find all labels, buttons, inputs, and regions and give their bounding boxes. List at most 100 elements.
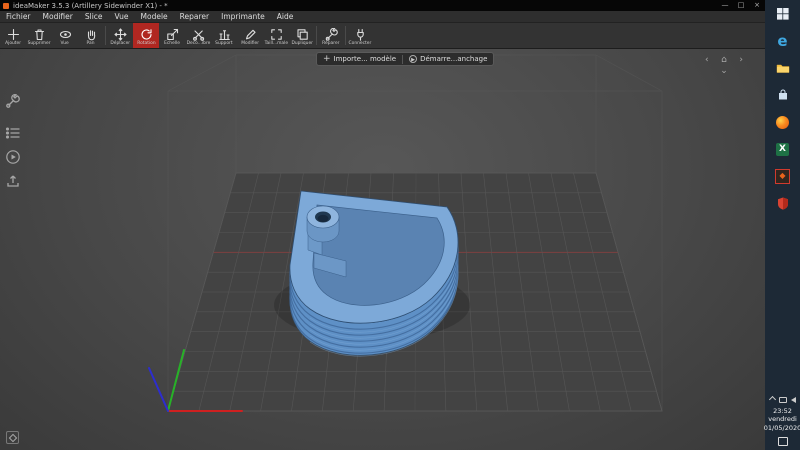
- toolbar: Ajouter Supprimer Vue Pan Déplacer Rotation Ec…: [0, 23, 765, 49]
- taskbar-clock[interactable]: 23:52 vendredi 01/05/2020: [764, 407, 800, 433]
- tool-plus-button[interactable]: Ajouter: [0, 23, 26, 48]
- menu-imprimante[interactable]: Imprimante: [215, 11, 271, 23]
- view-cube-icon[interactable]: [6, 431, 19, 444]
- taskbar-edge-icon[interactable]: e: [765, 28, 800, 54]
- window-title: ideaMaker 3.5.3 (Artillery Sidewinder X1…: [13, 1, 168, 10]
- duplicate-icon: [296, 26, 309, 40]
- plus-icon: +: [323, 53, 331, 64]
- import-model-label: Importe... modèle: [333, 55, 397, 63]
- model-list-icon[interactable]: [5, 125, 21, 141]
- start-slicing-button[interactable]: ▶ Démarre...anchage: [403, 53, 493, 65]
- taskbar-app-icons: e X ◆: [765, 0, 800, 216]
- viewport-action-bar: + Importe... modèle ▶ Démarre...anchage: [316, 52, 495, 66]
- tool-label: Pan: [87, 39, 95, 46]
- view-nav-cluster: ‹ ⌂ › ⌄: [705, 55, 743, 77]
- start-slicing-label: Démarre...anchage: [420, 55, 488, 63]
- minimize-button[interactable]: —: [717, 0, 733, 11]
- ideamaker-window: ideaMaker 3.5.3 (Artillery Sidewinder X1…: [0, 0, 765, 450]
- tool-label: Support: [215, 39, 233, 46]
- tool-label: Modifier: [241, 39, 259, 46]
- tool-repair-button[interactable]: Réparer: [318, 23, 344, 48]
- tool-label: Ajouter: [5, 39, 21, 46]
- close-button[interactable]: ×: [749, 0, 765, 11]
- tool-label: Deco...ibre: [186, 39, 210, 46]
- tool-trash-button[interactable]: Supprimer: [26, 23, 52, 48]
- model-screw-hole-floor: [317, 214, 329, 223]
- settings-wrench-icon[interactable]: [5, 93, 21, 109]
- tool-support-button[interactable]: Support: [211, 23, 237, 48]
- import-model-button[interactable]: + Importe... modèle: [317, 53, 402, 65]
- action-center-icon[interactable]: [777, 437, 788, 446]
- taskbar-firefox-icon[interactable]: [765, 109, 800, 135]
- edit-icon: [244, 26, 257, 39]
- tool-label: Rotation: [136, 39, 156, 46]
- tool-connect-button[interactable]: Connecter: [347, 23, 373, 48]
- tool-label: Dupliquer: [291, 39, 313, 46]
- play-icon: ▶: [409, 55, 418, 63]
- app-logo-icon: [3, 2, 9, 9]
- scale-icon: [166, 26, 179, 40]
- tool-move-button[interactable]: Déplacer: [107, 23, 133, 48]
- menu-reparer[interactable]: Reparer: [174, 11, 215, 23]
- menu-fichier[interactable]: Fichier: [0, 11, 37, 23]
- tool-label: Déplacer: [110, 39, 130, 46]
- taskbar-start-icon[interactable]: [765, 1, 800, 27]
- tool-rotate-button[interactable]: Rotation: [133, 23, 159, 48]
- rotate-right-arrow[interactable]: ›: [739, 55, 743, 66]
- taskbar-store-icon[interactable]: [765, 82, 800, 108]
- tool-duplicate-button[interactable]: Dupliquer: [289, 23, 315, 48]
- menu-vue[interactable]: Vue: [109, 11, 135, 23]
- tool-scale-button[interactable]: Echelle: [159, 23, 185, 48]
- tool-hand-button[interactable]: Pan: [78, 23, 104, 48]
- menu-modele[interactable]: Modele: [135, 11, 174, 23]
- hand-icon: [85, 26, 98, 40]
- eye-icon: [59, 26, 72, 39]
- tool-label: Vue: [60, 39, 70, 46]
- rotate-down-arrow[interactable]: ⌄: [720, 66, 728, 77]
- menubar: Fichier Modifier Slice Vue Modele Reparer Impr…: [0, 11, 765, 23]
- tool-label: Taill...male: [264, 39, 288, 46]
- taskbar-excel-icon[interactable]: X: [765, 136, 800, 162]
- viewport-3d[interactable]: + Importe... modèle ▶ Démarre...anchage: [0, 49, 765, 450]
- tool-label: Supprimer: [27, 39, 51, 46]
- upload-icon[interactable]: [5, 173, 21, 189]
- tool-label: Connecter: [348, 39, 372, 46]
- start-print-icon[interactable]: [5, 149, 21, 165]
- taskbar-defender-icon[interactable]: [765, 190, 800, 216]
- rotate-icon: [140, 26, 153, 40]
- clock-day: vendredi: [768, 415, 797, 423]
- plus-icon: [7, 26, 20, 40]
- move-icon: [113, 26, 127, 41]
- viewport-canvas[interactable]: [0, 49, 765, 450]
- tool-edit-button[interactable]: Modifier: [237, 23, 263, 48]
- windows-taskbar: e X ◆ 23:52 vendredi 01/05/2020: [764, 0, 800, 450]
- tray-expand-icon[interactable]: [768, 395, 776, 404]
- tool-cut-button[interactable]: Deco...ibre: [185, 23, 211, 48]
- titlebar: ideaMaker 3.5.3 (Artillery Sidewinder X1…: [0, 0, 765, 11]
- menu-modifier[interactable]: Modifier: [37, 11, 79, 23]
- connect-icon: [354, 26, 367, 41]
- support-icon: [218, 26, 231, 40]
- cut-icon: [192, 26, 205, 41]
- window-controls: — □ ×: [717, 0, 765, 11]
- tool-eye-button[interactable]: Vue: [52, 23, 78, 48]
- clock-date: 01/05/2020: [763, 423, 800, 432]
- maximize-button[interactable]: □: [733, 0, 749, 11]
- y-axis: [148, 367, 169, 412]
- trash-icon: [33, 26, 46, 40]
- volume-icon[interactable]: [790, 396, 796, 403]
- menu-aide[interactable]: Aide: [271, 11, 300, 23]
- tool-max-button[interactable]: Taill...male: [263, 23, 289, 48]
- home-view-button[interactable]: ⌂: [721, 55, 727, 66]
- toolbar-separator: [316, 26, 317, 45]
- network-icon[interactable]: [778, 396, 787, 403]
- max-icon: [270, 26, 283, 40]
- taskbar-ideamaker-icon[interactable]: ◆: [765, 163, 800, 189]
- rotate-left-arrow[interactable]: ‹: [705, 55, 709, 66]
- system-tray: [768, 395, 796, 404]
- taskbar-folder-icon[interactable]: [765, 55, 800, 81]
- tool-label: Echelle: [164, 39, 180, 46]
- clock-time: 23:52: [773, 406, 792, 415]
- tool-label: Réparer: [322, 39, 340, 46]
- menu-slice[interactable]: Slice: [79, 11, 109, 23]
